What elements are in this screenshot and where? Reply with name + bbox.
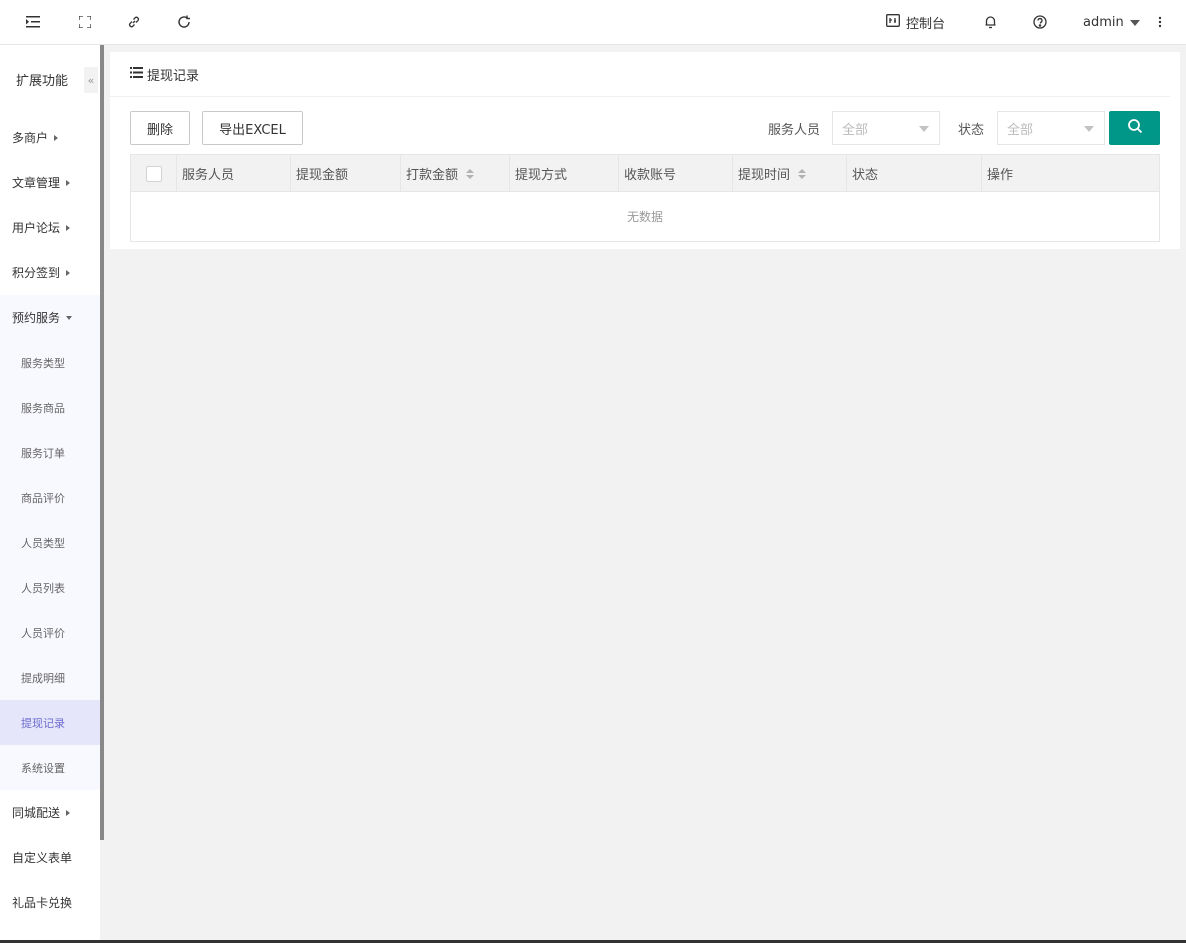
help-icon[interactable] — [1030, 12, 1050, 32]
table-header: 服务人员 提现金额 打款金额 提现方式 收款账号 提现时间 状态 操作 — [131, 155, 1159, 192]
select-all-checkbox[interactable] — [145, 165, 162, 182]
chevron-down-icon — [919, 126, 929, 132]
page-title: 提现记录 — [147, 68, 200, 84]
staff-select-value: 全部 — [842, 122, 869, 138]
console-label: 控制台 — [906, 17, 946, 32]
sidebar-item-custom-forms[interactable]: 自定义表单 — [0, 835, 100, 880]
bell-icon[interactable] — [980, 12, 1000, 32]
console-link[interactable]: 控制台 — [886, 0, 945, 45]
delete-button[interactable]: 删除 — [130, 111, 190, 145]
sidebar-submenu: 服务类型 服务商品 服务订单 商品评价 人员类型 人员列表 人员评价 提成明细 … — [0, 340, 100, 790]
search-button[interactable] — [1109, 111, 1160, 145]
more-vertical-icon[interactable] — [1150, 12, 1170, 32]
column-header-label: 提现时间 — [738, 168, 791, 183]
user-menu[interactable]: admin — [1083, 0, 1140, 45]
sidebar-item-label: 同城配送 — [12, 806, 61, 820]
chevron-right-icon — [66, 224, 71, 231]
sidebar-subitem-service-orders[interactable]: 服务订单 — [0, 430, 100, 475]
sidebar-menu: 多商户 文章管理 用户论坛 积分签到 预约服务 服务类型 服务商品 服务订单 商… — [0, 115, 100, 925]
sidebar-item-forum[interactable]: 用户论坛 — [0, 205, 100, 250]
export-excel-button[interactable]: 导出EXCEL — [202, 111, 303, 145]
status-filter-label: 状态 — [958, 122, 985, 138]
sidebar-item-multi-merchant[interactable]: 多商户 — [0, 115, 100, 160]
sidebar-item-label: 积分签到 — [12, 266, 61, 280]
withdrawal-table: 服务人员 提现金额 打款金额 提现方式 收款账号 提现时间 状态 操作 无数据 — [130, 154, 1160, 242]
sidebar-item-articles[interactable]: 文章管理 — [0, 160, 100, 205]
console-icon — [886, 14, 900, 31]
top-header: 控制台 admin — [0, 0, 1186, 45]
sidebar-subitem-system-settings[interactable]: 系统设置 — [0, 745, 100, 790]
sidebar-subitem-staff-reviews[interactable]: 人员评价 — [0, 610, 100, 655]
sidebar-item-points-signin[interactable]: 积分签到 — [0, 250, 100, 295]
chevron-down-icon — [1084, 126, 1094, 132]
sidebar-item-label: 文章管理 — [12, 176, 61, 190]
chevron-down-icon — [66, 315, 73, 320]
sidebar-item-label: 多商户 — [12, 131, 49, 145]
main-card: 提现记录 删除 导出EXCEL 服务人员 全部 状态 全部 服务人员 提现金额 … — [110, 52, 1180, 249]
select-all-cell — [131, 155, 176, 192]
sidebar-item-local-delivery[interactable]: 同城配送 — [0, 790, 100, 835]
chevron-right-icon — [66, 269, 71, 276]
user-name: admin — [1083, 15, 1124, 30]
fullscreen-icon[interactable] — [75, 12, 95, 32]
staff-select[interactable]: 全部 — [832, 111, 940, 145]
sidebar-subitem-withdrawal-records[interactable]: 提现记录 — [0, 700, 100, 745]
search-icon — [1127, 118, 1143, 138]
chevron-down-icon — [1129, 19, 1140, 26]
status-select-value: 全部 — [1007, 122, 1034, 138]
sidebar-subitem-service-types[interactable]: 服务类型 — [0, 340, 100, 385]
list-icon — [130, 66, 143, 82]
sidebar: 扩展功能 « 多商户 文章管理 用户论坛 积分签到 预约服务 服务类型 服务商品… — [0, 45, 100, 943]
column-header: 提现金额 — [290, 155, 400, 192]
status-select[interactable]: 全部 — [997, 111, 1105, 145]
sort-icon[interactable] — [798, 168, 807, 179]
sidebar-subitem-commission-details[interactable]: 提成明细 — [0, 655, 100, 700]
sidebar-collapse-button[interactable]: « — [84, 67, 98, 93]
column-header: 状态 — [846, 155, 981, 192]
sort-icon[interactable] — [466, 168, 475, 179]
menu-fold-icon[interactable] — [23, 12, 43, 32]
refresh-icon[interactable] — [174, 12, 194, 32]
chevron-right-icon — [54, 134, 59, 141]
sidebar-item-label: 用户论坛 — [12, 221, 61, 235]
sidebar-subitem-service-products[interactable]: 服务商品 — [0, 385, 100, 430]
column-header: 提现方式 — [509, 155, 618, 192]
column-header: 收款账号 — [618, 155, 732, 192]
chevron-right-icon — [66, 179, 71, 186]
sidebar-scrollbar[interactable] — [100, 45, 104, 840]
column-header-label: 打款金额 — [406, 168, 459, 183]
sidebar-item-booking-service[interactable]: 预约服务 — [0, 295, 100, 340]
link-icon[interactable] — [124, 12, 144, 32]
chevron-right-icon — [66, 809, 71, 816]
sidebar-title: 扩展功能 — [15, 73, 68, 89]
column-header: 操作 — [981, 155, 1159, 192]
card-header: 提现记录 — [110, 52, 1170, 97]
empty-state: 无数据 — [626, 210, 663, 224]
sidebar-item-gift-card[interactable]: 礼品卡兑换 — [0, 880, 100, 925]
sidebar-subitem-staff-types[interactable]: 人员类型 — [0, 520, 100, 565]
sidebar-subitem-product-reviews[interactable]: 商品评价 — [0, 475, 100, 520]
sidebar-subitem-staff-list[interactable]: 人员列表 — [0, 565, 100, 610]
column-header-sortable[interactable]: 打款金额 — [400, 155, 509, 192]
staff-filter-label: 服务人员 — [768, 122, 821, 138]
column-header: 服务人员 — [176, 155, 290, 192]
sidebar-item-label: 预约服务 — [12, 311, 61, 325]
column-header-sortable[interactable]: 提现时间 — [732, 155, 846, 192]
